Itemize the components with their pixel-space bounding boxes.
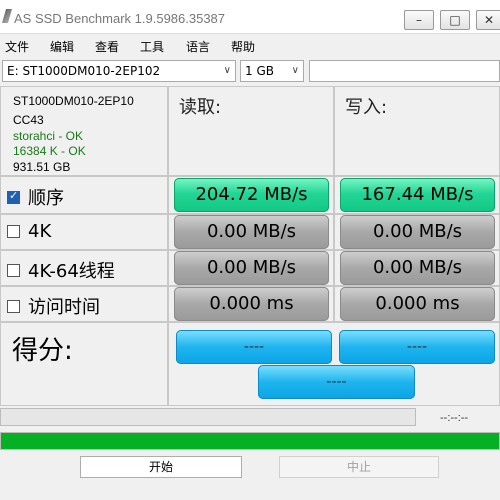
result-cell: 0.00 MB/s bbox=[334, 214, 500, 250]
menu-tools[interactable]: 工具 bbox=[140, 38, 164, 55]
menu-bar: 文件 编辑 查看 工具 语言 帮助 bbox=[0, 34, 500, 56]
drive-firmware: CC43 bbox=[13, 113, 44, 127]
overall-progress-fill bbox=[1, 433, 499, 449]
chevron-down-icon: ∨ bbox=[291, 65, 299, 76]
seq-read-result: 204.72 MB/s bbox=[174, 178, 329, 212]
read-header-cell: 读取: bbox=[168, 86, 334, 176]
overall-progress-bar bbox=[0, 432, 500, 450]
4k-write-result: 0.00 MB/s bbox=[340, 215, 495, 249]
stop-button[interactable]: 中止 bbox=[279, 456, 439, 478]
title-bar: AS SSD Benchmark 1.9.5986.35387 – □ ✕ bbox=[0, 0, 500, 34]
row-label-cell: 4K bbox=[0, 214, 168, 250]
window-title: AS SSD Benchmark 1.9.5986.35387 bbox=[14, 11, 226, 26]
driver-status: storahci - OK bbox=[13, 129, 84, 143]
size-select-value: 1 GB bbox=[245, 64, 274, 78]
4k64-read-result: 0.00 MB/s bbox=[174, 251, 329, 285]
read-column-header: 读取: bbox=[179, 97, 222, 118]
alignment-status: 16384 K - OK bbox=[13, 144, 86, 158]
result-cell: 0.00 MB/s bbox=[168, 250, 334, 286]
write-header-cell: 写入: bbox=[334, 86, 500, 176]
row-label-cell: 访问时间 bbox=[0, 286, 168, 322]
app-icon bbox=[2, 9, 12, 23]
checkbox-4k[interactable] bbox=[7, 225, 20, 238]
test-seq-option[interactable]: 顺序 bbox=[7, 184, 64, 210]
test-label: 顺序 bbox=[28, 188, 64, 209]
toolbar: E: ST1000DM010-2EP102 ∨ 1 GB ∨ bbox=[0, 56, 500, 86]
test-4k-option[interactable]: 4K bbox=[7, 221, 51, 242]
write-column-header: 写入: bbox=[345, 97, 388, 118]
score-cell: ---- ---- ---- bbox=[168, 322, 500, 406]
score-label: 得分: bbox=[12, 336, 73, 366]
checkbox-seq[interactable] bbox=[7, 189, 20, 204]
row-label-cell: 顺序 bbox=[0, 176, 168, 214]
result-cell: 167.44 MB/s bbox=[334, 176, 500, 214]
menu-view[interactable]: 查看 bbox=[95, 38, 119, 55]
drive-select[interactable]: E: ST1000DM010-2EP102 ∨ bbox=[2, 60, 236, 82]
seq-write-result: 167.44 MB/s bbox=[340, 178, 495, 212]
extra-field[interactable] bbox=[309, 60, 500, 82]
menu-language[interactable]: 语言 bbox=[186, 38, 210, 55]
results-grid: ST1000DM010-2EP10 CC43 storahci - OK 163… bbox=[0, 86, 500, 406]
drive-model: ST1000DM010-2EP10 bbox=[13, 94, 134, 108]
result-cell: 0.00 MB/s bbox=[334, 250, 500, 286]
result-cell: 0.000 ms bbox=[168, 286, 334, 322]
maximize-button[interactable]: □ bbox=[440, 10, 470, 30]
result-cell: 204.72 MB/s bbox=[168, 176, 334, 214]
score-read: ---- bbox=[176, 330, 332, 364]
test-progress-bar bbox=[0, 408, 416, 426]
minimize-button[interactable]: – bbox=[404, 10, 434, 30]
access-read-result: 0.000 ms bbox=[174, 287, 329, 321]
test-access-option[interactable]: 访问时间 bbox=[7, 293, 100, 319]
menu-help[interactable]: 帮助 bbox=[231, 38, 255, 55]
checkbox-access[interactable] bbox=[7, 299, 20, 313]
result-cell: 0.000 ms bbox=[334, 286, 500, 322]
close-button[interactable]: ✕ bbox=[476, 10, 500, 30]
result-cell: 0.00 MB/s bbox=[168, 214, 334, 250]
start-button[interactable]: 开始 bbox=[80, 456, 242, 478]
checkbox-4k64[interactable] bbox=[7, 263, 20, 277]
row-label-cell: 4K-64线程 bbox=[0, 250, 168, 286]
score-write: ---- bbox=[339, 330, 495, 364]
size-select[interactable]: 1 GB ∨ bbox=[240, 60, 304, 82]
drive-capacity: 931.51 GB bbox=[13, 160, 71, 174]
drive-info-panel: ST1000DM010-2EP10 CC43 storahci - OK 163… bbox=[0, 86, 168, 176]
score-total: ---- bbox=[258, 365, 415, 399]
test-4k64-option[interactable]: 4K-64线程 bbox=[7, 257, 115, 283]
access-write-result: 0.000 ms bbox=[340, 287, 495, 321]
menu-edit[interactable]: 编辑 bbox=[50, 38, 74, 55]
test-label: 访问时间 bbox=[28, 297, 100, 318]
elapsed-time: --:--:-- bbox=[440, 412, 469, 424]
4k64-write-result: 0.00 MB/s bbox=[340, 251, 495, 285]
chevron-down-icon: ∨ bbox=[223, 65, 231, 76]
menu-file[interactable]: 文件 bbox=[5, 38, 29, 55]
4k-read-result: 0.00 MB/s bbox=[174, 215, 329, 249]
drive-select-value: E: ST1000DM010-2EP102 bbox=[7, 64, 161, 78]
test-label: 4K bbox=[28, 221, 52, 242]
test-label: 4K-64线程 bbox=[28, 261, 115, 282]
